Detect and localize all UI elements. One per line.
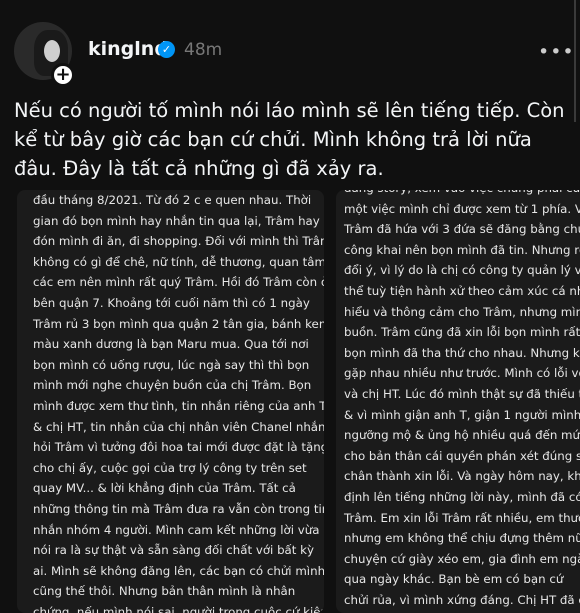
image-text-line: chửi rủa, vì mình xứng đáng. Chị HT đã c… [344, 592, 580, 607]
post-caption: Nếu có người tố mình nói láo mình sẽ lên… [14, 99, 565, 180]
image-text-line: & chị HT, tin nhắn của chị nhân viên Cha… [33, 419, 324, 434]
image-text-line: gặp nhau nhiều như trước. Mình có lỗi vớ… [344, 366, 580, 381]
post-image-2[interactable]: đăng story, xem vào việc chúng phải của … [336, 190, 580, 613]
image-text-line: chứng, nếu mình nói sai, người trong cuộ… [33, 604, 324, 613]
image-text-line: định lên tiếng những lời này, mình đã có… [344, 489, 580, 504]
scrollbar[interactable] [574, 0, 576, 122]
image-text-line: nhắn nhóm 4 người. Mình cam kết những lờ… [33, 522, 320, 537]
more-options-icon[interactable]: ••• [538, 41, 575, 63]
image-text-line: nhưng em không thể chịu đựng thêm nữa. [344, 531, 580, 546]
image-text-line: công khai nên bọn mình đã tin. Nhưng rồi [344, 242, 580, 257]
image-text-line: đón mình đi ăn, đi shopping. Đối với mìn… [33, 234, 324, 249]
image-text-line: bọn mình đã tha thứ cho nhau. Nhưng khô [344, 345, 580, 360]
username[interactable]: kinglnd [88, 38, 168, 60]
image-text-line: quay MV... & lời khẳng định của Trâm. Tấ… [33, 481, 296, 496]
verified-badge-icon: ✓ [158, 41, 175, 58]
image-text-line: chuyện cứ giày xéo em, gia đình em ngày [344, 551, 580, 566]
image-text-line: Trâm. Em xin lỗi Trâm rất nhiều, em thươ… [344, 510, 580, 525]
image-text-line: cũng thế thôi. Nhưng bản thân mình là nh… [33, 584, 296, 599]
avatar-face [44, 40, 60, 62]
image-text-line: bọn mình có uống rượu, lúc ngà say thì t… [33, 357, 310, 372]
image-text-line: hỏi Trâm vì tưởng đôi hoa tai mới được đ… [33, 440, 324, 455]
image-text-line: và chị HT. Lúc đó mình thật sự đã thiếu … [344, 386, 580, 401]
image-text-line: chân thành xin lỗi. Và ngày hôm nay, khi… [344, 469, 580, 484]
post-timestamp: 48m [184, 40, 223, 60]
image-text-line: mình mới nghe chuyện buồn của chị Trâm. … [33, 378, 312, 393]
image-text-line: ai. Mình sẽ không đăng lên, các bạn có c… [33, 563, 324, 578]
image-text-block: đầu tháng 8/2021. Từ đó 2 c e quen nhau.… [33, 190, 324, 613]
image-text-line: những thông tin mà Trâm đưa ra vẫn còn t… [33, 501, 324, 516]
image-text-block: đăng story, xem vào việc chúng phải của … [344, 190, 580, 613]
image-text-line: màu xanh dương là bạn Maru mua. Qua tới … [33, 337, 309, 352]
image-text-line: cho chị ấy, cuộc gọi của trợ lý công ty … [33, 460, 307, 475]
post-image-1[interactable]: đầu tháng 8/2021. Từ đó 2 c e quen nhau.… [17, 190, 324, 613]
image-text-line: thể tuỳ tiện hành xử theo cảm xúc cá nhâ… [344, 283, 580, 298]
image-text-line: mình được xem thư tình, tin nhắn riêng c… [33, 398, 324, 413]
image-text-line: buồn. Trâm cũng đã xin lỗi bọn mình rất … [344, 325, 580, 340]
image-text-line: đăng story, xem vào việc chúng phải của … [344, 190, 580, 199]
image-text-line: nói ra là sự thật và sẵn sàng đối chất v… [33, 543, 314, 558]
image-text-line: Trâm đã hứa với 3 đứa sẽ đăng bằng chứ [344, 222, 580, 237]
image-text-line: Trâm rủ 3 bọn mình qua quận 2 tân gia, b… [33, 316, 324, 331]
image-text-line: gian đó bọn mình hay nhắn tin qua lại, T… [33, 213, 320, 228]
image-text-line: đổi ý, vì lý do là chị có công ty quản l… [344, 263, 580, 278]
image-text-line: hiểu và thông cảm cho Trâm, nhưng mình [344, 304, 580, 319]
image-text-line: bên quận 7. Khoảng tới cuối năm thì có 1… [33, 295, 310, 310]
image-text-line: cho bản thân cái quyền phán xét đúng sai [344, 448, 580, 463]
image-text-line: ngưỡng mộ & ủng hộ nhiều quá đến mức [344, 428, 580, 443]
image-text-line: & vì mình giận anh T, giận 1 người mình … [344, 407, 580, 422]
image-text-line: không có gì để chê, nữ tính, dễ thương, … [33, 254, 324, 269]
image-text-line: các em nên mình rất quý Trâm. Hồi đó Trâ… [33, 275, 324, 290]
image-text-line: đầu tháng 8/2021. Từ đó 2 c e quen nhau.… [33, 193, 312, 207]
post-header: + kinglnd ✓ 48m ••• [0, 0, 580, 92]
image-text-line: qua ngày khác. Bạn bè em có bạn cứ [344, 572, 564, 587]
follow-plus-icon[interactable]: + [51, 63, 75, 87]
image-text-line: một việc mình chỉ được xem từ 1 phía. Vì… [344, 201, 580, 216]
